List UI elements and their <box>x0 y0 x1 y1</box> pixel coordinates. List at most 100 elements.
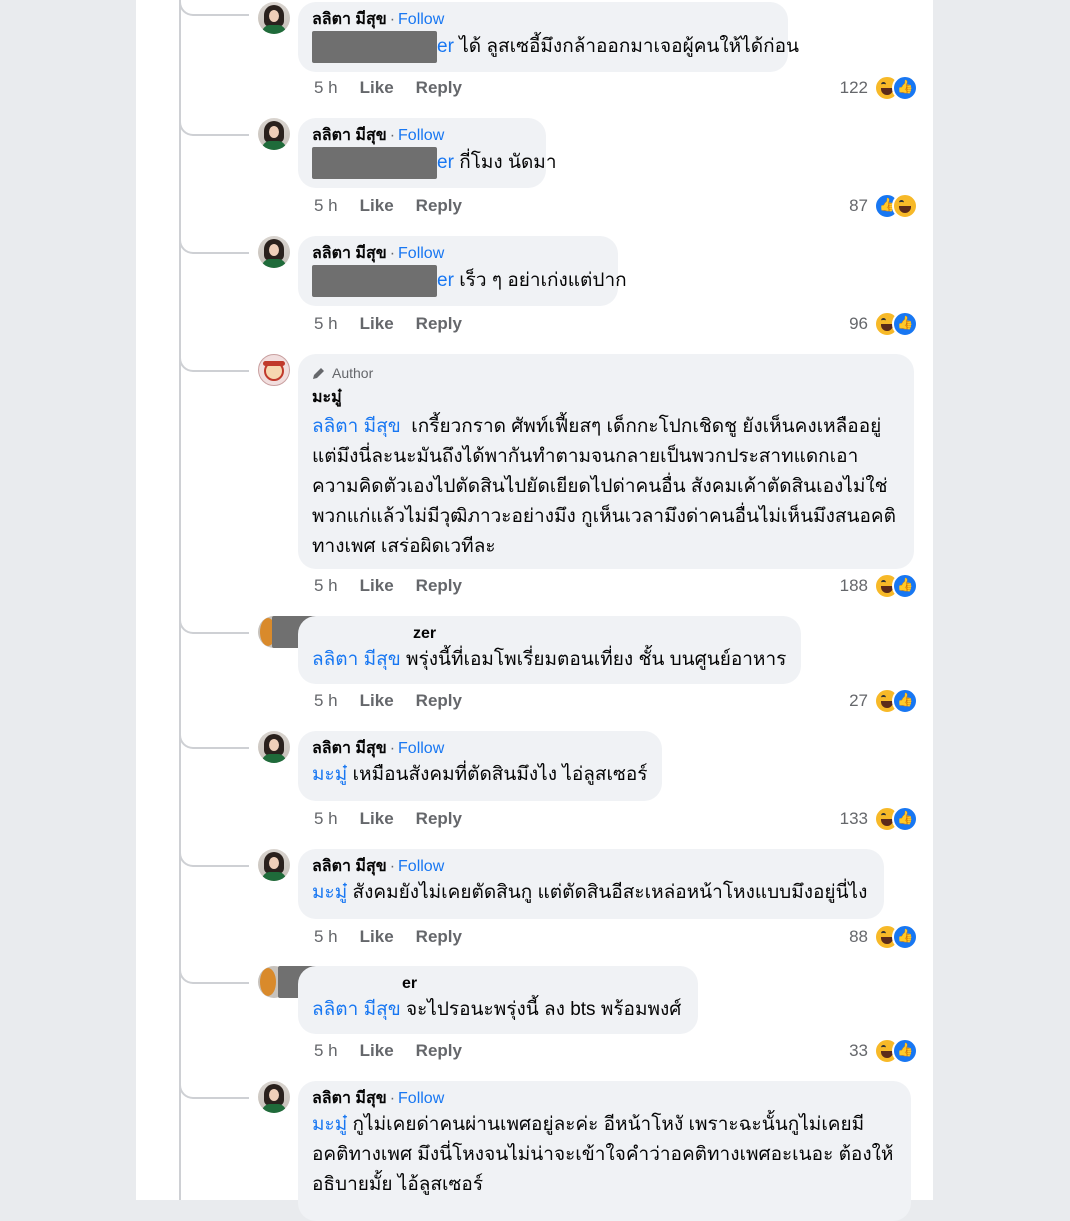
timestamp[interactable]: 5 h <box>314 1041 338 1060</box>
commenter-name[interactable]: ลลิตา มีสุข <box>312 245 387 262</box>
mention-link[interactable]: มะมู๋ <box>312 764 347 785</box>
reactions[interactable]: 88 <box>849 924 918 950</box>
timestamp[interactable]: 5 h <box>314 927 338 946</box>
comment-text: จะไปรอนะพรุ่งนี้ ลง bts พร้อมพงศ์ <box>405 999 682 1020</box>
reaction-count: 33 <box>849 1041 868 1060</box>
follow-button[interactable]: Follow <box>398 127 444 144</box>
comment-bubble: er ลลิตา มีสุข จะไปรอนะพรุ่งนี้ ลง bts พ… <box>298 966 698 1034</box>
like-button[interactable]: Like <box>360 809 394 828</box>
follow-button[interactable]: Follow <box>398 858 444 875</box>
comment-text: สังคมยังไม่เคยตัดสินกู แต่ตัดสินอีสะเหล่… <box>352 882 868 903</box>
commenter-name[interactable]: ลลิตา มีสุข <box>312 11 387 28</box>
comment-text: เหมือนสังคมที่ตัดสินมึงไง ไอ่ลูสเซอร์ <box>352 764 648 785</box>
timestamp[interactable]: 5 h <box>314 196 338 215</box>
reply-button[interactable]: Reply <box>416 927 462 946</box>
reaction-count: 87 <box>849 196 868 215</box>
reactions[interactable]: 87 <box>849 193 918 219</box>
reaction-count: 188 <box>839 576 868 595</box>
commenter-name[interactable]: zer <box>413 625 436 642</box>
reactions[interactable]: 96 <box>849 311 918 337</box>
comment-actions: 5 h Like Reply <box>314 809 484 829</box>
reply-button[interactable]: Reply <box>416 691 462 710</box>
mention-link[interactable]: ลลิตา มีสุข <box>312 999 401 1020</box>
follow-button[interactable]: Follow <box>398 1090 444 1107</box>
like-button[interactable]: Like <box>360 691 394 710</box>
mention-link[interactable]: ลลิตา มีสุข <box>312 416 401 437</box>
comment-actions: 5 h Like Reply <box>314 196 484 216</box>
mention-link[interactable]: มะมู๋ <box>312 1114 347 1135</box>
avatar[interactable] <box>258 731 290 763</box>
author-badge: Author <box>312 363 900 383</box>
thread-connector <box>179 833 249 867</box>
reply-button[interactable]: Reply <box>416 1041 462 1060</box>
reactions[interactable]: 188 <box>840 573 918 599</box>
mention-link[interactable]: er <box>437 152 454 173</box>
reactions[interactable]: 27 <box>849 688 918 714</box>
timestamp[interactable]: 5 h <box>314 809 338 828</box>
avatar[interactable] <box>258 354 290 386</box>
comment-text: ได้ ลูสเซอี้มึงกล้าออกมาเจอผู้คนให้ได้ก่… <box>459 36 800 58</box>
commenter-name[interactable]: ลลิตา มีสุข <box>312 740 387 757</box>
reaction-count: 122 <box>839 78 868 97</box>
reply-button[interactable]: Reply <box>416 809 462 828</box>
like-button[interactable]: Like <box>360 1041 394 1060</box>
like-button[interactable]: Like <box>360 576 394 595</box>
avatar[interactable] <box>258 118 290 150</box>
comment-actions: 5 h Like Reply <box>314 314 484 334</box>
avatar[interactable] <box>258 2 290 34</box>
redacted-mention <box>312 265 437 297</box>
reply-button[interactable]: Reply <box>416 78 462 97</box>
reactions[interactable]: 122 <box>840 75 918 101</box>
haha-icon <box>892 193 918 219</box>
comment-bubble: Author มะมู๋ ลลิตา มีสุข เกรี้ยวกราด ศัพ… <box>298 354 914 569</box>
follow-button[interactable]: Follow <box>398 245 444 262</box>
like-icon <box>892 573 918 599</box>
timestamp[interactable]: 5 h <box>314 691 338 710</box>
reactions[interactable]: 133 <box>840 806 918 832</box>
mention-link[interactable]: ลลิตา มีสุข <box>312 649 401 670</box>
like-button[interactable]: Like <box>360 314 394 333</box>
commenter-name[interactable]: มะมู๋ <box>312 389 342 406</box>
reply-button[interactable]: Reply <box>416 196 462 215</box>
mention-link[interactable]: er <box>437 270 454 291</box>
commenter-name[interactable]: ลลิตา มีสุข <box>312 127 387 144</box>
commenter-name[interactable]: er <box>402 975 417 992</box>
like-button[interactable]: Like <box>360 78 394 97</box>
like-icon <box>892 1038 918 1064</box>
comment-bubble: ลลิตา มีสุข · Follow er กี่โมง นัดมา <box>298 118 557 188</box>
like-icon <box>892 806 918 832</box>
comment-actions: 5 h Like Reply <box>314 1041 484 1061</box>
like-button[interactable]: Like <box>360 196 394 215</box>
avatar[interactable] <box>258 1081 290 1113</box>
timestamp[interactable]: 5 h <box>314 78 338 97</box>
comment-actions: 5 h Like Reply <box>314 691 484 711</box>
comment-bubble: ลลิตา มีสุข · Follow er ได้ ลูสเซอี้มึงกล้… <box>298 2 799 72</box>
follow-button[interactable]: Follow <box>398 11 444 28</box>
follow-button[interactable]: Follow <box>398 740 444 757</box>
author-badge-label: Author <box>332 365 374 381</box>
reactions[interactable]: 33 <box>849 1038 918 1064</box>
thread-connector <box>179 1065 249 1099</box>
avatar[interactable] <box>258 849 290 881</box>
avatar[interactable] <box>258 236 290 268</box>
comment-text: พรุ่งนี้ที่เอมโพเรี่ยมตอนเที่ยง ชั้น บนศ… <box>405 649 787 670</box>
reaction-count: 96 <box>849 314 868 333</box>
like-button[interactable]: Like <box>360 927 394 946</box>
timestamp[interactable]: 5 h <box>314 576 338 595</box>
commenter-name[interactable]: ลลิตา มีสุข <box>312 1090 387 1107</box>
like-icon <box>892 311 918 337</box>
comment-bubble: ลลิตา มีสุข · Follow มะมู๋ เหมือนสังคมที่ต… <box>298 731 662 801</box>
redacted-mention <box>312 147 437 179</box>
reaction-count: 27 <box>849 691 868 710</box>
commenter-name[interactable]: ลลิตา มีสุข <box>312 858 387 875</box>
reaction-count: 133 <box>839 809 868 828</box>
reply-button[interactable]: Reply <box>416 314 462 333</box>
comment-bubble: ลลิตา มีสุข · Follow er เร็ว ๆ อย่าเก่งแต่… <box>298 236 627 306</box>
timestamp[interactable]: 5 h <box>314 314 338 333</box>
redacted-mention <box>312 31 437 63</box>
mention-link[interactable]: er <box>437 36 454 57</box>
mention-link[interactable]: มะมู๋ <box>312 882 347 903</box>
comment-actions: 5 h Like Reply <box>314 78 484 98</box>
reply-button[interactable]: Reply <box>416 576 462 595</box>
thread-connector <box>179 0 249 16</box>
